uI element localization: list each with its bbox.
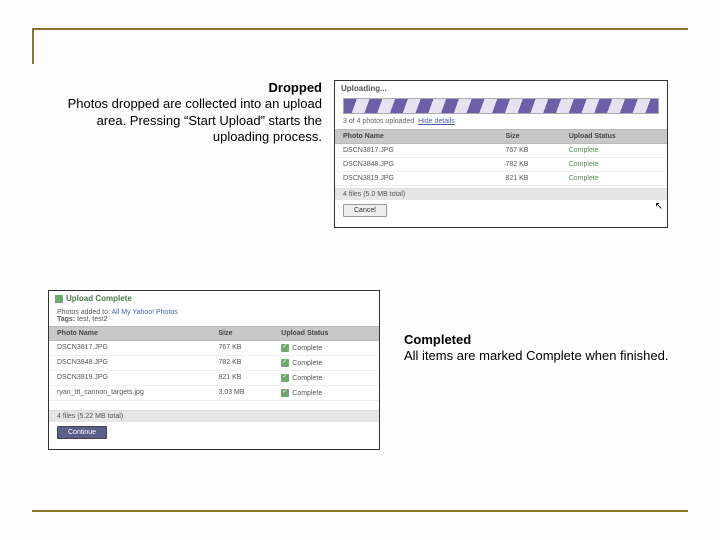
col-name: Photo Name [57,330,218,337]
footer-summary: 4 files (5.0 MB total) [335,188,667,200]
added-line: Photos added to: All My Yahoo! Photos Ta… [49,306,379,326]
table-row: DSCN3819.JPG821 KBComplete [335,172,667,186]
table-row: ryan_ttt_cannon_targets.jpg3.03 MBComple… [49,386,379,401]
dropped-body: Photos dropped are collected into an upl… [68,96,322,144]
cancel-button[interactable]: Cancel [343,204,387,217]
col-size: Size [218,330,281,337]
table-row: DSCN3848.JPG782 KBComplete [49,356,379,371]
completed-text: Completed All items are marked Complete … [380,290,680,365]
table-row: DSCN3817.JPG767 KBComplete [49,341,379,356]
complete-footer: 4 files (5.22 MB total) Continue [49,410,379,443]
cursor-icon: ↖ [655,201,663,212]
destination-link[interactable]: All My Yahoo! Photos [112,309,178,316]
completed-title: Completed [404,332,680,348]
screenshot-uploading: Uploading... 3 of 4 photos uploaded Hide… [334,80,668,228]
row-dropped: Dropped Photos dropped are collected int… [48,80,688,228]
row-completed: Upload Complete Photos added to: All My … [48,290,688,450]
progress-subtext: 3 of 4 photos uploaded Hide details [335,118,667,129]
table-header: Photo Name Size Upload Status [335,129,667,144]
uploading-footer: 4 files (5.0 MB total) Cancel [335,188,667,221]
check-icon [281,359,289,367]
col-status: Upload Status [281,330,371,337]
check-icon [55,295,63,303]
complete-table: Photo Name Size Upload Status DSCN3817.J… [49,326,379,401]
continue-button[interactable]: Continue [57,426,107,439]
table-row: DSCN3848.JPG782 KBComplete [335,158,667,172]
col-size: Size [506,133,569,140]
check-icon [281,374,289,382]
table-header: Photo Name Size Upload Status [49,326,379,341]
dropped-text: Dropped Photos dropped are collected int… [48,80,330,145]
screenshot-complete: Upload Complete Photos added to: All My … [48,290,380,450]
footer-summary: 4 files (5.22 MB total) [49,410,379,422]
progress-bar [343,98,659,114]
check-icon [281,389,289,397]
table-row: DSCN3819.JPG821 KBComplete [49,371,379,386]
uploading-header: Uploading... [335,81,667,96]
frame-corner [32,28,34,64]
dropped-title: Dropped [48,80,322,96]
check-icon [281,344,289,352]
table-row: DSCN3817.JPG767 KBComplete [335,144,667,158]
col-name: Photo Name [343,133,506,140]
hide-details-link[interactable]: Hide details [418,118,455,125]
completed-body: All items are marked Complete when finis… [404,348,668,363]
col-status: Upload Status [569,133,659,140]
complete-header: Upload Complete [49,291,379,306]
progress-count: 3 of 4 photos uploaded [343,118,414,125]
